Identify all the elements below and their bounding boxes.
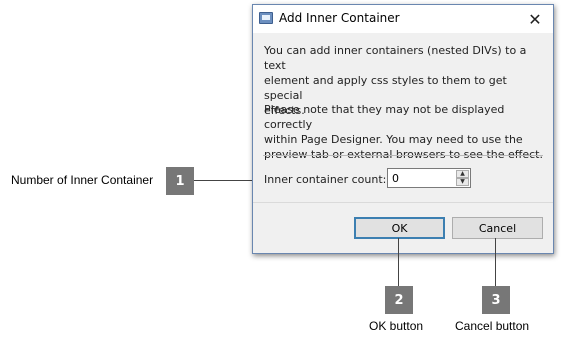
close-icon: ✕: [528, 9, 542, 29]
footer-separator: [253, 202, 553, 203]
count-spinbox: ▲ ▼: [387, 168, 471, 188]
caret-down-icon[interactable]: ▼: [456, 178, 469, 186]
dialog-title: Add Inner Container: [279, 11, 400, 25]
cancel-button[interactable]: Cancel: [452, 217, 543, 239]
caret-up-icon[interactable]: ▲: [456, 170, 469, 178]
callout-label-1: Number of Inner Container: [11, 173, 154, 187]
count-input[interactable]: [390, 170, 454, 186]
count-label: Inner container count:: [264, 173, 387, 186]
callout-label-2: OK button: [369, 319, 424, 333]
close-button[interactable]: ✕: [521, 7, 549, 31]
callout-badge-2: 2: [385, 286, 413, 314]
callout-badge-1: 1: [166, 167, 194, 195]
note-text: Please note that they may not be display…: [264, 102, 546, 162]
callout-line-3: [495, 238, 496, 286]
note-line: within Page Designer. You may need to us…: [264, 133, 523, 146]
callout-line-2: [398, 238, 399, 286]
callout-badge-3: 3: [482, 286, 510, 314]
intro-line: element and apply css styles to them to …: [264, 74, 507, 102]
intro-line: You can add inner containers (nested DIV…: [264, 44, 527, 72]
add-inner-container-dialog: Add Inner Container ✕ You can add inner …: [252, 4, 554, 254]
callout-label-3: Cancel button: [455, 319, 530, 333]
window-icon: [259, 12, 273, 24]
ok-button[interactable]: OK: [354, 217, 445, 239]
note-line: Please note that they may not be display…: [264, 103, 505, 131]
title-bar: Add Inner Container ✕: [253, 5, 553, 33]
divider: [263, 155, 543, 156]
